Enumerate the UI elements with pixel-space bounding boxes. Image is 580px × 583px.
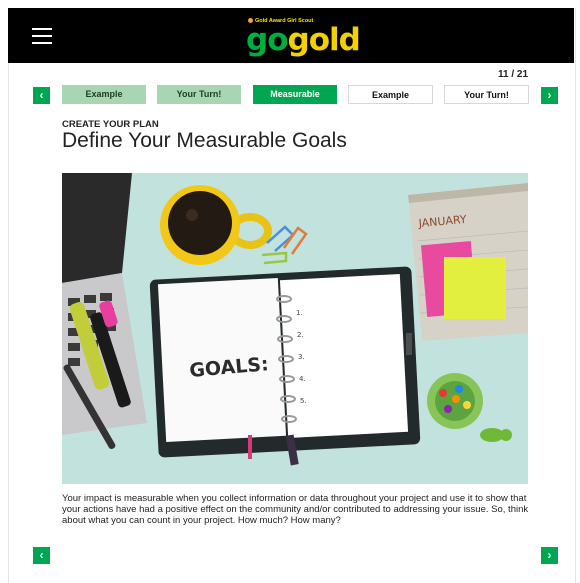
svg-text:3.: 3. xyxy=(298,353,305,361)
svg-text:2.: 2. xyxy=(297,331,304,339)
chevron-right-icon: › xyxy=(547,88,552,102)
logo-wordmark: gogold xyxy=(246,22,361,58)
tab-your-turn-1[interactable]: Your Turn! xyxy=(157,85,241,104)
menu-icon[interactable] xyxy=(32,27,52,45)
next-arrow-button[interactable]: › xyxy=(541,87,558,104)
calendar-illustration: JANUARY xyxy=(408,183,528,341)
chevron-left-icon: ‹ xyxy=(39,88,44,102)
body-paragraph: Your impact is measurable when you colle… xyxy=(62,493,529,526)
app-header: Gold Award Girl Scout gogold xyxy=(8,8,574,63)
chevron-right-icon: › xyxy=(547,548,552,562)
planner-illustration: GOALS: 1. 2. 3. 4. 5. xyxy=(149,266,421,466)
svg-text:4.: 4. xyxy=(299,375,306,383)
tab-measurable[interactable]: Measurable xyxy=(253,85,337,104)
svg-text:1.: 1. xyxy=(296,309,303,317)
tab-example-1[interactable]: Example xyxy=(62,85,146,104)
tab-example-2[interactable]: Example xyxy=(348,85,433,104)
gogold-logo[interactable]: Gold Award Girl Scout gogold xyxy=(246,18,361,60)
svg-text:5.: 5. xyxy=(300,397,307,405)
prev-arrow-button[interactable]: ‹ xyxy=(33,87,50,104)
page-counter: 11 / 21 xyxy=(498,69,529,80)
tab-your-turn-2[interactable]: Your Turn! xyxy=(444,85,529,104)
next-page-button[interactable]: › xyxy=(541,547,558,564)
prev-page-button[interactable]: ‹ xyxy=(33,547,50,564)
goals-planner-image: GOALS: 1. 2. 3. 4. 5. JANUARY xyxy=(62,173,528,484)
page-title: Define Your Measurable Goals xyxy=(62,129,347,152)
chevron-left-icon: ‹ xyxy=(39,548,44,562)
